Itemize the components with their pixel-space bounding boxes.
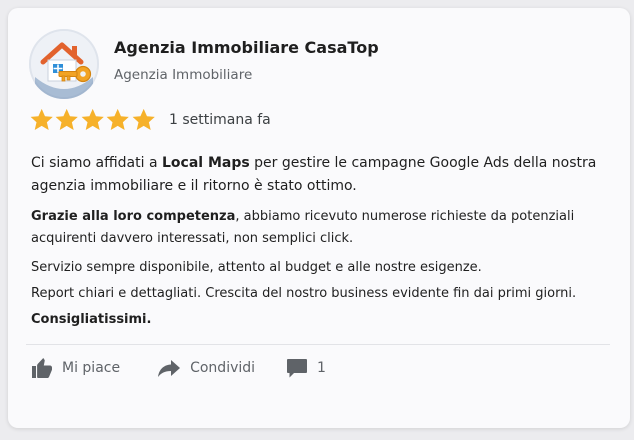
house-key-icon	[31, 31, 97, 99]
review-paragraph: Consigliatissimi.	[31, 310, 616, 330]
review-paragraph: Report chiari e dettagliati. Crescita de…	[31, 286, 577, 301]
review-bold-span: Consigliatissimi.	[31, 312, 152, 327]
review-paragraph: Ci siamo affidati a Local Maps per gesti…	[31, 152, 616, 198]
comment-count: 1	[317, 360, 326, 376]
review-paragraph: Servizio sempre disponibile, attento al …	[31, 260, 482, 275]
star-icon	[106, 108, 129, 130]
star-icon	[81, 108, 104, 130]
comment-button[interactable]: 1	[285, 356, 326, 380]
review-bold-span: Local Maps	[161, 155, 250, 171]
share-arrow-icon	[158, 360, 181, 377]
share-label: Condividi	[190, 360, 256, 376]
review-card: Agenzia Immobiliare CasaTop Agenzia Immo…	[8, 8, 630, 428]
review-text-span: Ci siamo affidati a	[31, 155, 162, 171]
review-time: 1 settimana fa	[169, 112, 271, 128]
review-paragraph: Grazie alla loro competenza, abbiamo ric…	[31, 206, 616, 250]
avatar[interactable]	[29, 29, 99, 99]
star-rating	[29, 107, 156, 133]
star-icon	[132, 108, 155, 130]
review-bold-span: Grazie alla loro competenza	[31, 209, 236, 224]
thumbs-up-icon	[32, 358, 52, 378]
review-text: Ci siamo affidati a Local Maps per gesti…	[31, 152, 616, 330]
share-button[interactable]: Condividi	[156, 356, 255, 380]
review-actions: Mi piace Condividi 1	[30, 354, 326, 382]
business-name[interactable]: Agenzia Immobiliare CasaTop	[114, 38, 379, 57]
star-icon	[30, 108, 53, 130]
like-label: Mi piace	[62, 360, 121, 376]
star-icon	[55, 108, 79, 130]
comment-icon	[287, 359, 308, 378]
divider	[26, 344, 610, 345]
like-button[interactable]: Mi piace	[30, 356, 120, 380]
business-category: Agenzia Immobiliare	[114, 67, 253, 83]
